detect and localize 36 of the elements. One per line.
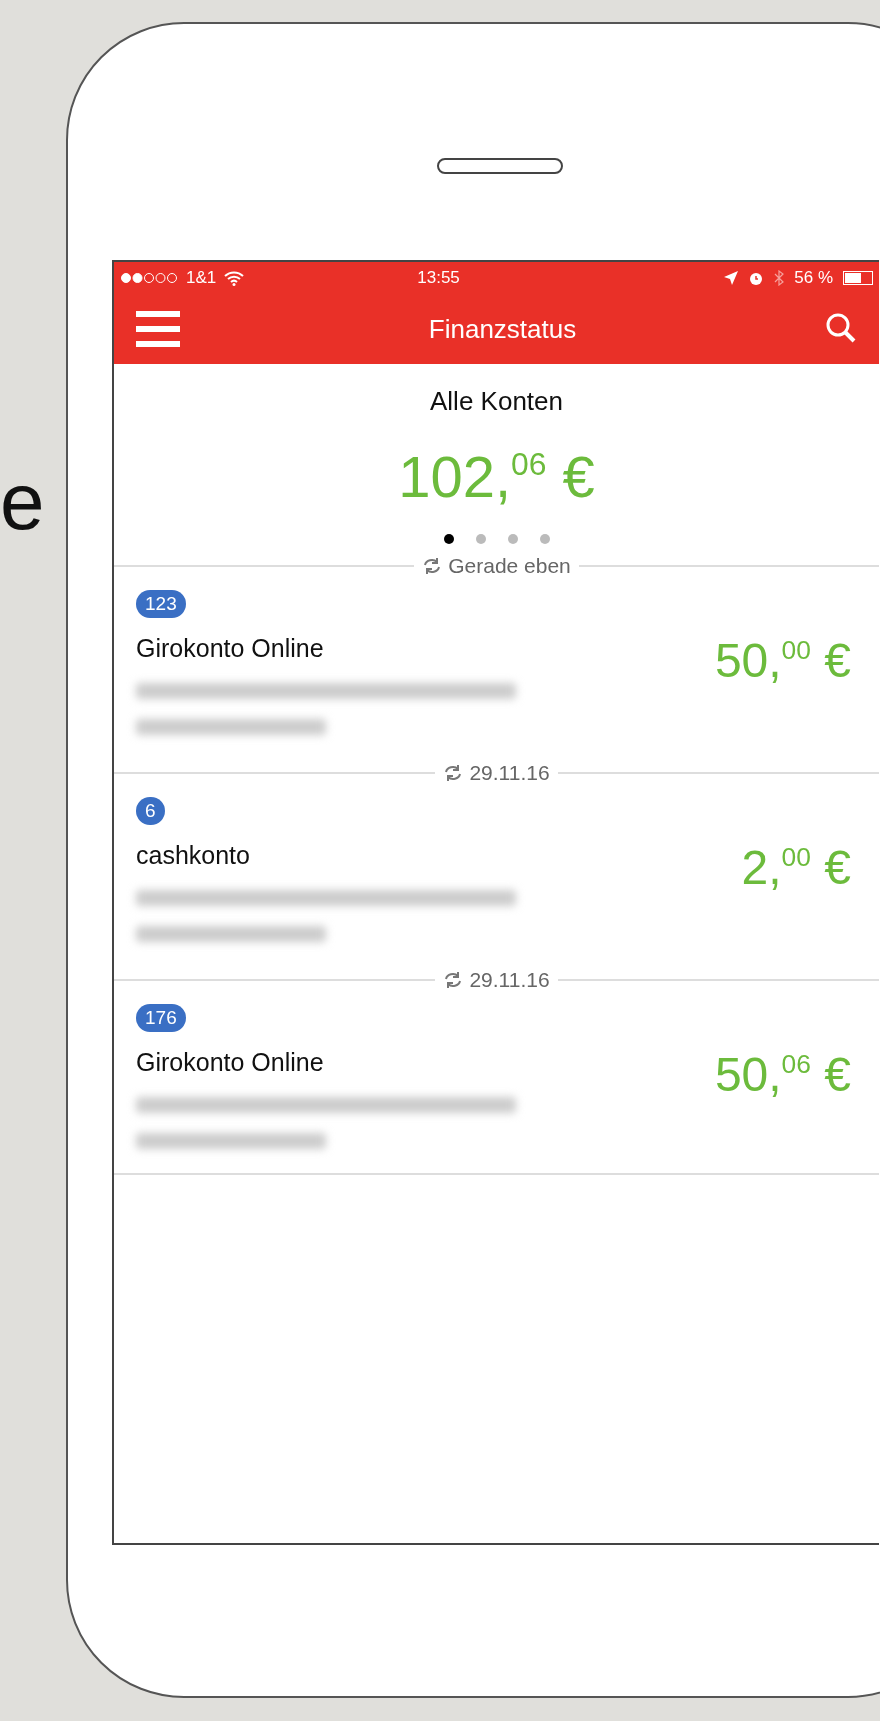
account-name: Girokonto Online (136, 634, 324, 663)
account-name: cashkonto (136, 841, 250, 870)
summary-title: Alle Konten (430, 386, 563, 417)
account-balance: 50,$^{00}$ € (714, 633, 852, 688)
wifi-icon (224, 270, 245, 286)
update-time: Gerade eben (448, 554, 571, 578)
battery-text: 56 % (794, 268, 833, 288)
side-text: e (0, 462, 45, 542)
location-icon (724, 271, 739, 285)
nav-title: Finanzstatus (427, 313, 578, 345)
bluetooth-icon (774, 270, 785, 286)
refresh-icon (422, 557, 443, 575)
page-dot[interactable] (475, 534, 486, 544)
refresh-icon (443, 764, 464, 782)
signal-icon (120, 272, 178, 284)
page-dot[interactable] (443, 534, 454, 544)
refresh-icon (443, 971, 464, 989)
clock-text: 13:55 (417, 268, 460, 288)
carrier-text: 1&1 (186, 268, 217, 288)
alarm-icon (748, 270, 765, 286)
account-row[interactable]: 123 Girokonto Online 50,$^{00}$ € (114, 578, 879, 751)
menu-button[interactable] (136, 311, 180, 347)
account-name: Girokonto Online (136, 1048, 324, 1077)
account-balance: 2,$^{00}$ € (741, 840, 852, 895)
page-dot[interactable] (539, 534, 550, 544)
account-row[interactable]: 6 cashkonto 2,$^{00}$ € (114, 785, 879, 958)
battery-icon (843, 271, 873, 285)
total-balance: 102,$^{06}$ € (398, 443, 595, 510)
account-row[interactable]: 176 Girokonto Online 50,$^{06}$ € (114, 992, 879, 1165)
count-badge: 6 (136, 797, 165, 825)
count-badge: 123 (136, 590, 186, 618)
account-balance: 50,$^{06}$ € (714, 1047, 852, 1102)
page-dot[interactable] (507, 534, 518, 544)
update-time: 29.11.16 (469, 968, 550, 992)
count-badge: 176 (136, 1004, 186, 1032)
update-time: 29.11.16 (469, 761, 550, 785)
